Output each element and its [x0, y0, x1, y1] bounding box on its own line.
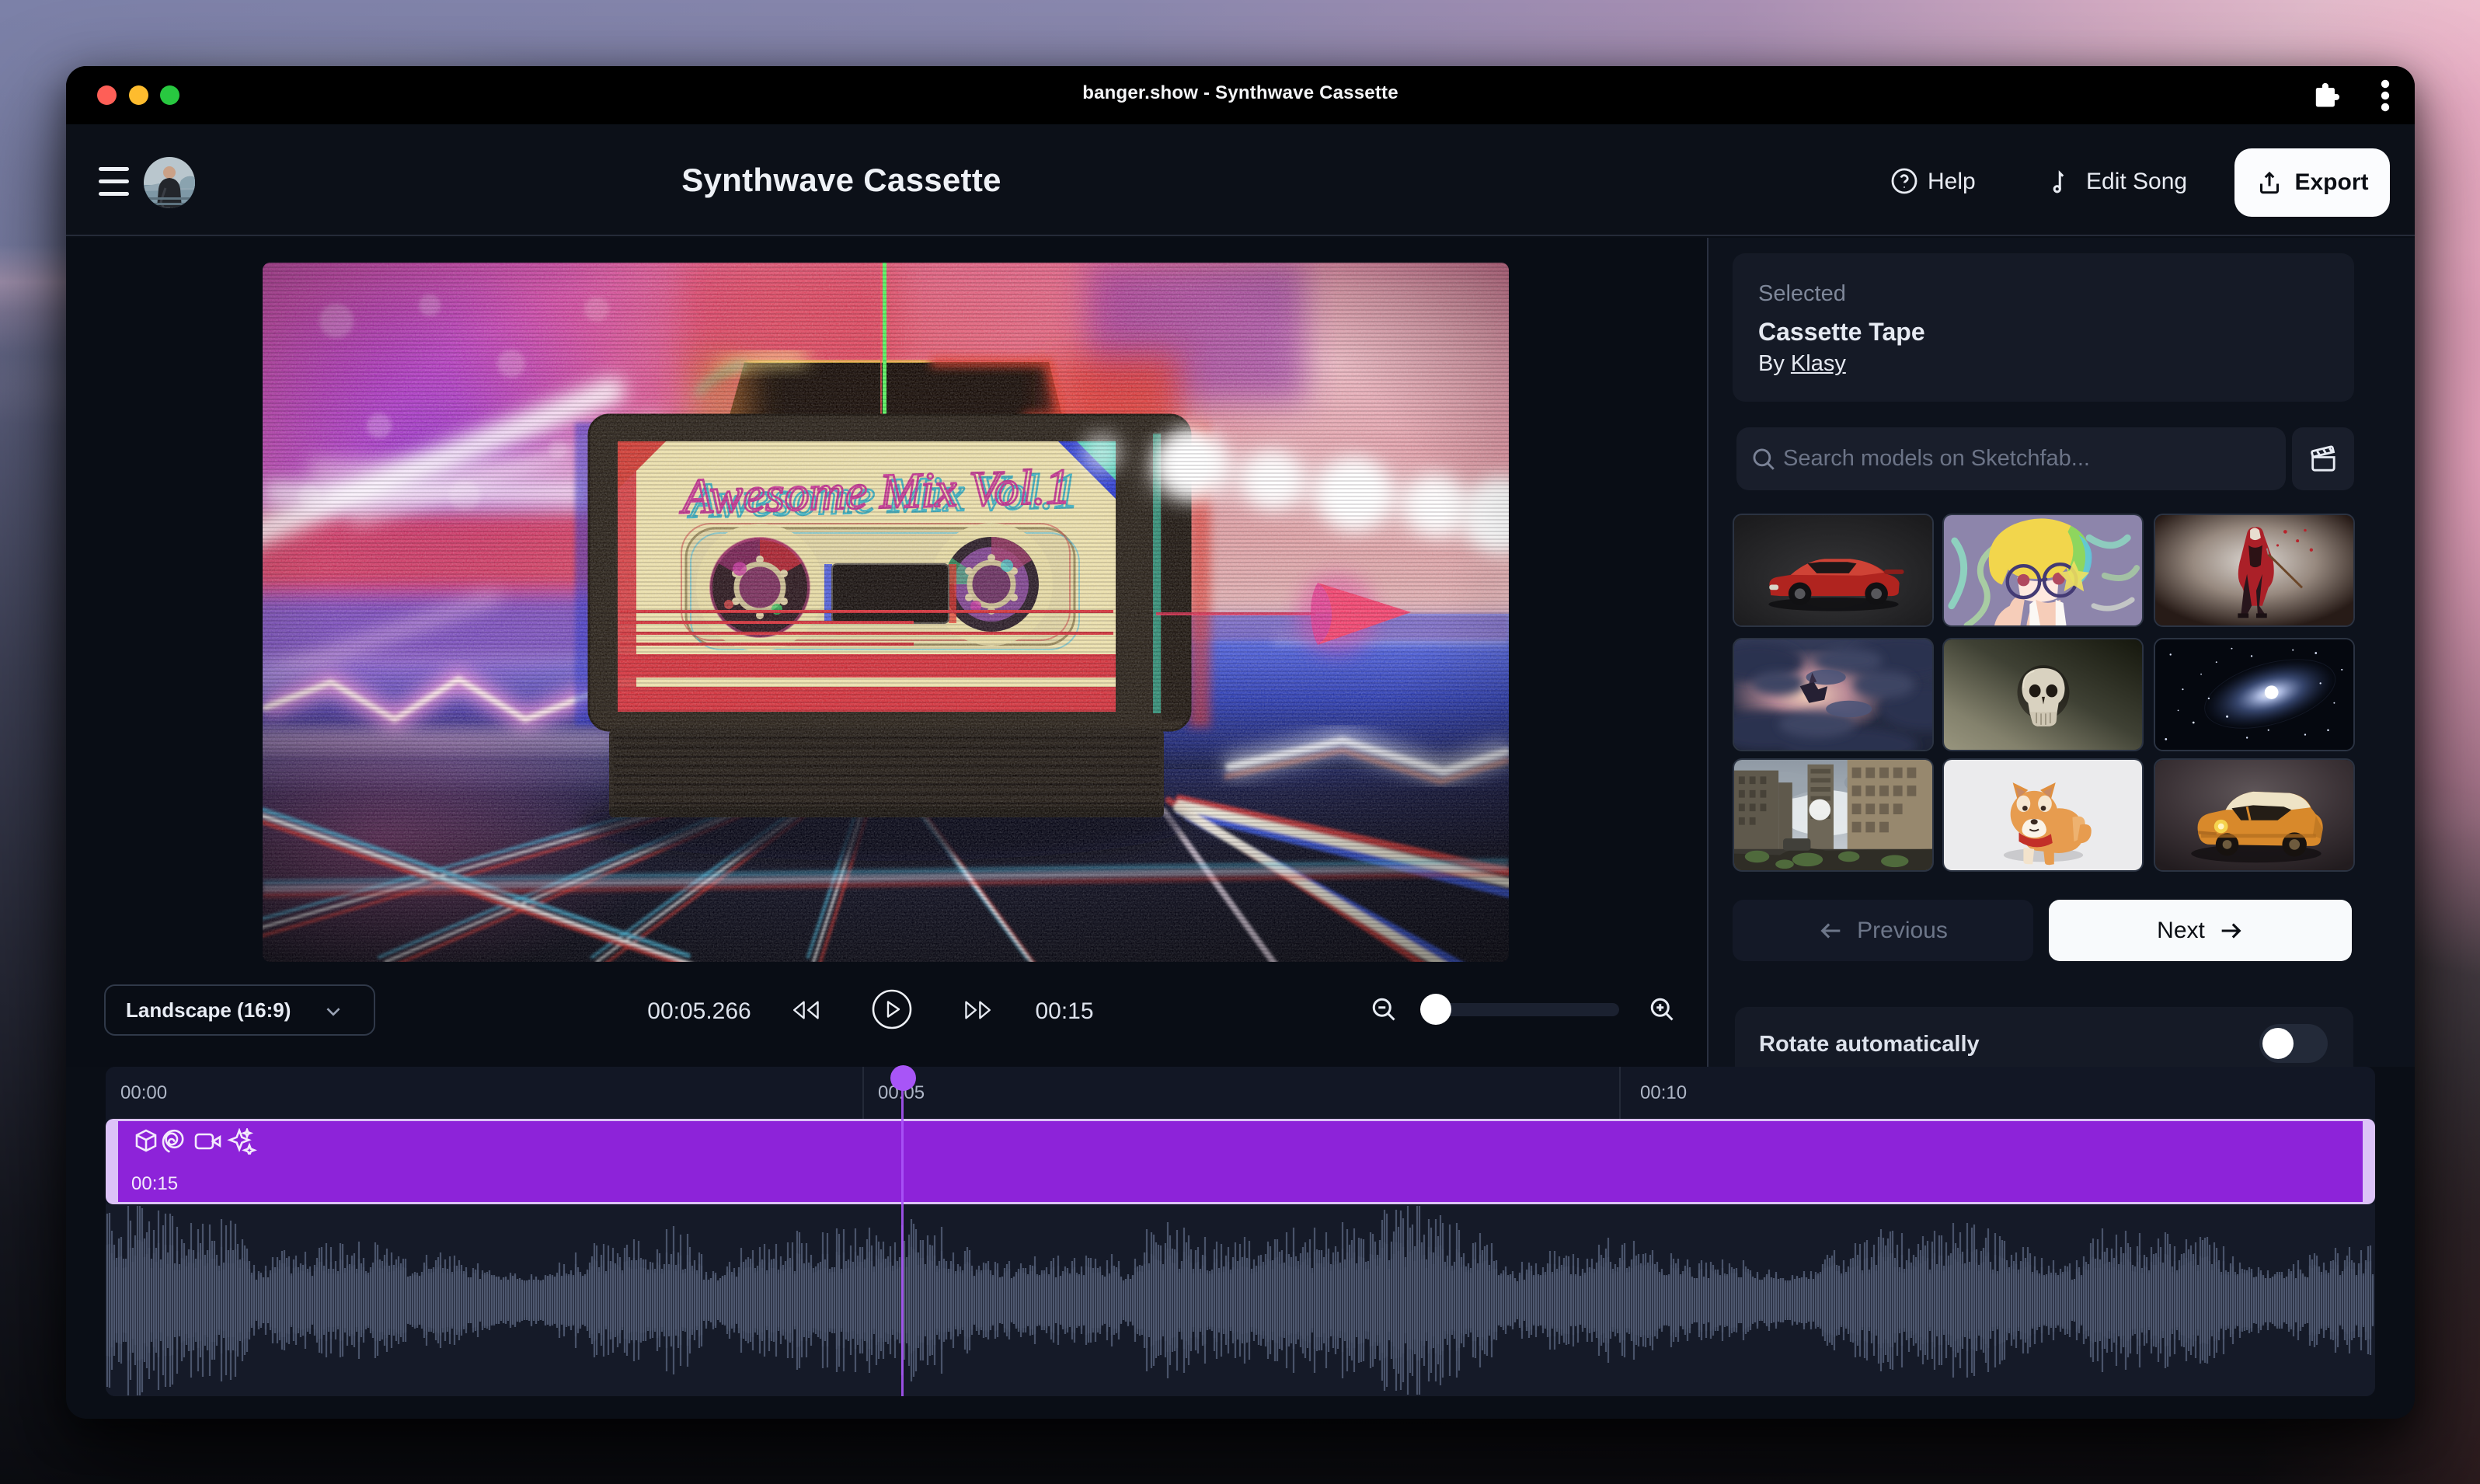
- svg-text:Awesome Mix Vol.1: Awesome Mix Vol.1: [678, 458, 1071, 524]
- svg-text:Awesome Mix Vol.1: Awesome Mix Vol.1: [686, 463, 1078, 528]
